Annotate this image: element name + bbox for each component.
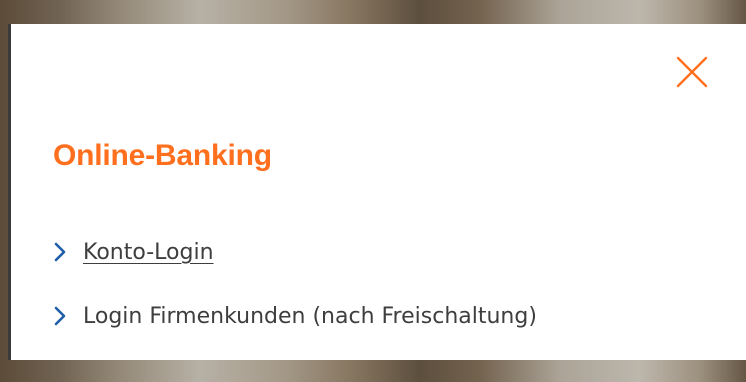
firmenkunden-login-link[interactable]: Login Firmenkunden (nach Freischaltung) [53, 300, 537, 332]
konto-login-label[interactable]: Konto-Login [83, 240, 214, 265]
login-links-list: Konto-Login Login Firmenkunden (nach Fre… [53, 236, 537, 364]
chevron-right-icon [54, 242, 66, 262]
firmenkunden-login-label[interactable]: Login Firmenkunden (nach Freischaltung) [83, 304, 537, 329]
dialog-title: Online-Banking [53, 139, 272, 172]
konto-login-link[interactable]: Konto-Login [53, 236, 537, 268]
online-banking-dialog: Online-Banking Konto-Login Login Firmenk… [8, 24, 746, 360]
chevron-right-icon [54, 306, 66, 326]
close-icon [676, 56, 708, 88]
close-button[interactable] [676, 56, 708, 88]
